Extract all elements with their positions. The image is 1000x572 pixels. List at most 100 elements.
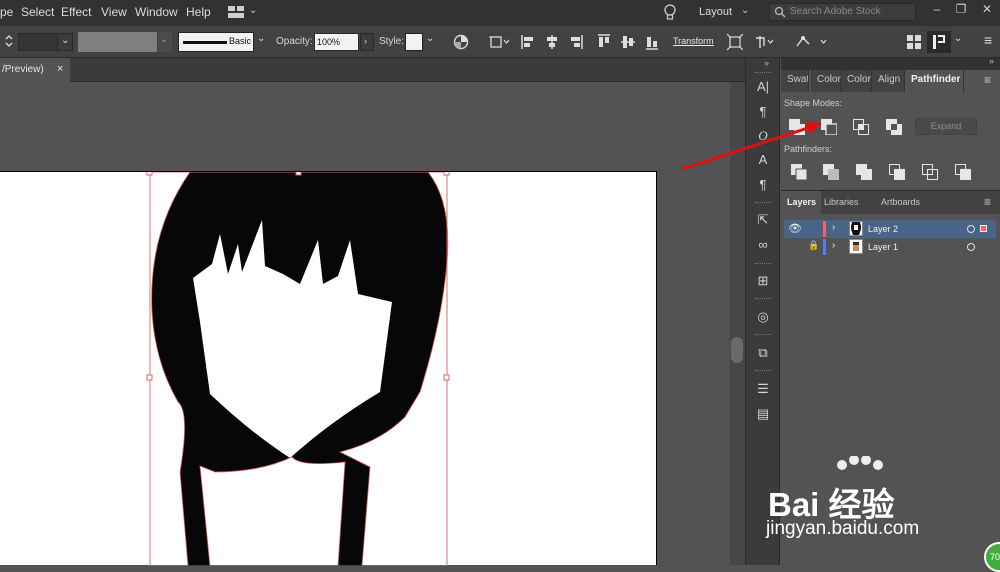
merge-button[interactable] bbox=[856, 164, 872, 180]
grip[interactable] bbox=[755, 263, 771, 265]
grip[interactable] bbox=[755, 370, 771, 372]
tab-artboards[interactable]: Artboards bbox=[881, 197, 920, 207]
tab-swatches[interactable]: Swatc bbox=[781, 70, 809, 92]
align-right-icon[interactable] bbox=[569, 34, 583, 50]
menu-type[interactable]: pe bbox=[0, 5, 13, 19]
expand-arrow-icon[interactable]: › bbox=[832, 240, 835, 251]
exclude-button[interactable] bbox=[886, 119, 902, 135]
document-tab-bar: /Preview) × bbox=[0, 58, 745, 82]
tab-align[interactable]: Align bbox=[872, 70, 905, 92]
document-tab[interactable]: /Preview) × bbox=[0, 58, 70, 82]
tab-pathfinder[interactable]: Pathfinder bbox=[905, 70, 964, 92]
opacity-field[interactable]: 100% bbox=[314, 33, 359, 51]
align-to-icon[interactable] bbox=[489, 34, 511, 50]
chevron-down-icon[interactable]: ⌄ bbox=[257, 33, 265, 44]
puppet-warp-icon[interactable] bbox=[795, 34, 831, 50]
transform-link[interactable]: Transform bbox=[673, 36, 714, 46]
artboard[interactable] bbox=[0, 171, 657, 566]
lightbulb-icon[interactable] bbox=[663, 4, 677, 22]
links-icon[interactable]: ∞ bbox=[754, 236, 772, 254]
arrange-panels-icon[interactable] bbox=[907, 35, 921, 49]
align-bottom-icon[interactable] bbox=[645, 34, 659, 50]
collapse-panel-icon[interactable]: » bbox=[989, 56, 994, 66]
align-horizontal-center-icon[interactable] bbox=[545, 34, 559, 50]
menu-bar: pe Select Effect View Window Help ⌄ Layo… bbox=[0, 0, 1000, 26]
variable-width-dropdown[interactable]: ⌄ bbox=[158, 32, 172, 52]
eye-icon[interactable]: 👁 bbox=[788, 222, 802, 235]
collapse-icon[interactable]: » bbox=[764, 58, 769, 68]
appearance-icon[interactable]: ◎ bbox=[754, 308, 772, 326]
lock-icon[interactable]: 🔒 bbox=[808, 240, 819, 251]
corner-badge-text: 70 bbox=[990, 552, 1000, 562]
opacity-label: Opacity: bbox=[276, 36, 313, 47]
paragraph-styles-icon[interactable]: ¶ bbox=[754, 176, 772, 194]
grip[interactable] bbox=[755, 298, 771, 300]
isolate-object-icon[interactable] bbox=[754, 34, 776, 50]
grip[interactable] bbox=[755, 334, 771, 336]
graphic-style-swatch[interactable] bbox=[405, 33, 423, 51]
opacity-dropdown[interactable]: › bbox=[360, 33, 374, 51]
hair-artwork[interactable] bbox=[0, 172, 657, 566]
align-icon[interactable]: ☰ bbox=[754, 380, 772, 398]
stroke-weight-dropdown[interactable]: ⌄ bbox=[57, 33, 73, 51]
grip[interactable] bbox=[755, 202, 771, 204]
grip[interactable] bbox=[755, 72, 771, 74]
brush-definition-field[interactable]: Basic bbox=[178, 32, 254, 52]
chevron-down-icon[interactable]: ⌄ bbox=[426, 33, 434, 44]
panel-menu-icon[interactable]: ≡ bbox=[984, 32, 992, 48]
panel-menu-icon[interactable]: ≡ bbox=[984, 73, 991, 87]
variable-width-field[interactable] bbox=[78, 32, 157, 52]
crop-button[interactable] bbox=[889, 164, 905, 180]
chevron-down-icon[interactable]: ⌄ bbox=[249, 5, 257, 16]
character-icon[interactable]: A| bbox=[754, 78, 772, 96]
tab-libraries[interactable]: Libraries bbox=[824, 197, 859, 207]
gradient-icon[interactable]: ▤ bbox=[754, 405, 772, 423]
chevron-down-icon[interactable]: ⌄ bbox=[954, 33, 962, 44]
scrollbar-thumb[interactable] bbox=[731, 337, 743, 363]
export-icon[interactable]: ⇱ bbox=[754, 211, 772, 229]
tab-color[interactable]: Color bbox=[811, 70, 841, 92]
tab-color-guide[interactable]: Color bbox=[841, 70, 872, 92]
artboards-icon[interactable]: ⊞ bbox=[754, 272, 772, 290]
align-top-icon[interactable] bbox=[597, 34, 611, 50]
close-window-button[interactable]: ✕ bbox=[976, 0, 998, 18]
minus-back-button[interactable] bbox=[955, 164, 971, 180]
search-input[interactable]: Search Adobe Stock bbox=[769, 3, 916, 21]
layer-row[interactable]: 🔒 › Layer 1 bbox=[784, 238, 996, 256]
layer-color-bar bbox=[823, 239, 826, 255]
panel-menu-icon[interactable]: ≡ bbox=[984, 195, 991, 209]
target-icon[interactable] bbox=[967, 225, 975, 233]
close-tab-icon[interactable]: × bbox=[57, 63, 63, 75]
tab-layers[interactable]: Layers bbox=[781, 191, 821, 215]
properties-button[interactable] bbox=[927, 31, 951, 53]
menu-view[interactable]: View bbox=[101, 5, 127, 19]
menu-help[interactable]: Help bbox=[186, 5, 211, 19]
layer-name[interactable]: Layer 2 bbox=[868, 224, 898, 234]
menu-select[interactable]: Select bbox=[21, 5, 54, 19]
outline-button[interactable] bbox=[922, 164, 938, 180]
align-left-icon[interactable] bbox=[521, 34, 535, 50]
stepper-icon[interactable] bbox=[4, 33, 14, 49]
recolor-artwork-icon[interactable] bbox=[453, 34, 469, 50]
menu-window[interactable]: Window bbox=[135, 5, 178, 19]
expand-arrow-icon[interactable]: › bbox=[832, 222, 835, 233]
selection-indicator[interactable] bbox=[980, 225, 987, 232]
panel-header: » bbox=[781, 56, 1000, 70]
layer-thumbnail bbox=[849, 239, 863, 254]
restore-button[interactable]: ❐ bbox=[950, 0, 972, 18]
intersect-button[interactable] bbox=[853, 119, 869, 135]
align-vertical-center-icon[interactable] bbox=[621, 34, 635, 50]
chevron-down-icon[interactable]: ⌄ bbox=[741, 5, 749, 16]
menu-effect[interactable]: Effect bbox=[61, 5, 91, 19]
transform-each-icon[interactable] bbox=[726, 33, 744, 51]
layer-name[interactable]: Layer 1 bbox=[868, 242, 898, 252]
expand-button[interactable]: Expand bbox=[915, 118, 977, 135]
stroke-weight-field[interactable] bbox=[18, 33, 58, 51]
layer-row[interactable]: 👁 › Layer 2 bbox=[784, 220, 996, 238]
arrange-documents-icon[interactable] bbox=[228, 6, 244, 18]
asset-export-icon[interactable]: ⧉ bbox=[754, 344, 772, 362]
minimize-button[interactable]: – bbox=[926, 0, 948, 18]
target-icon[interactable] bbox=[967, 243, 975, 251]
workspace-switcher[interactable]: Layout bbox=[699, 6, 732, 18]
layer-thumbnail bbox=[849, 221, 863, 236]
